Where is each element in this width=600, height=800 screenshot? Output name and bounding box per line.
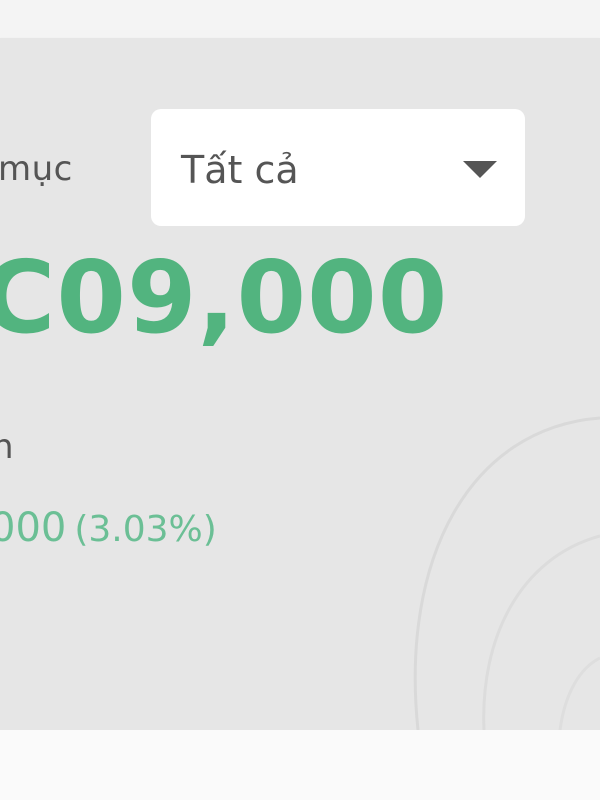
profit-row: 000 (3.03%) xyxy=(0,508,217,548)
total-value: C09,000 xyxy=(0,239,449,356)
category-label: mục xyxy=(0,149,73,189)
profit-label: n xyxy=(0,427,14,467)
profit-percent: (3.03%) xyxy=(74,509,217,550)
portfolio-screen: mục Tất cả C09,000 n 000 (3.03%) xyxy=(0,0,600,800)
top-strip xyxy=(0,0,600,38)
bottom-area xyxy=(0,730,600,800)
chevron-down-icon xyxy=(463,161,497,178)
profit-value: 000 xyxy=(0,505,67,551)
category-filter-select[interactable]: Tất cả xyxy=(151,109,525,226)
filter-selected-value: Tất cả xyxy=(181,148,299,192)
portfolio-summary-card: mục Tất cả C09,000 n 000 (3.03%) xyxy=(0,38,600,730)
